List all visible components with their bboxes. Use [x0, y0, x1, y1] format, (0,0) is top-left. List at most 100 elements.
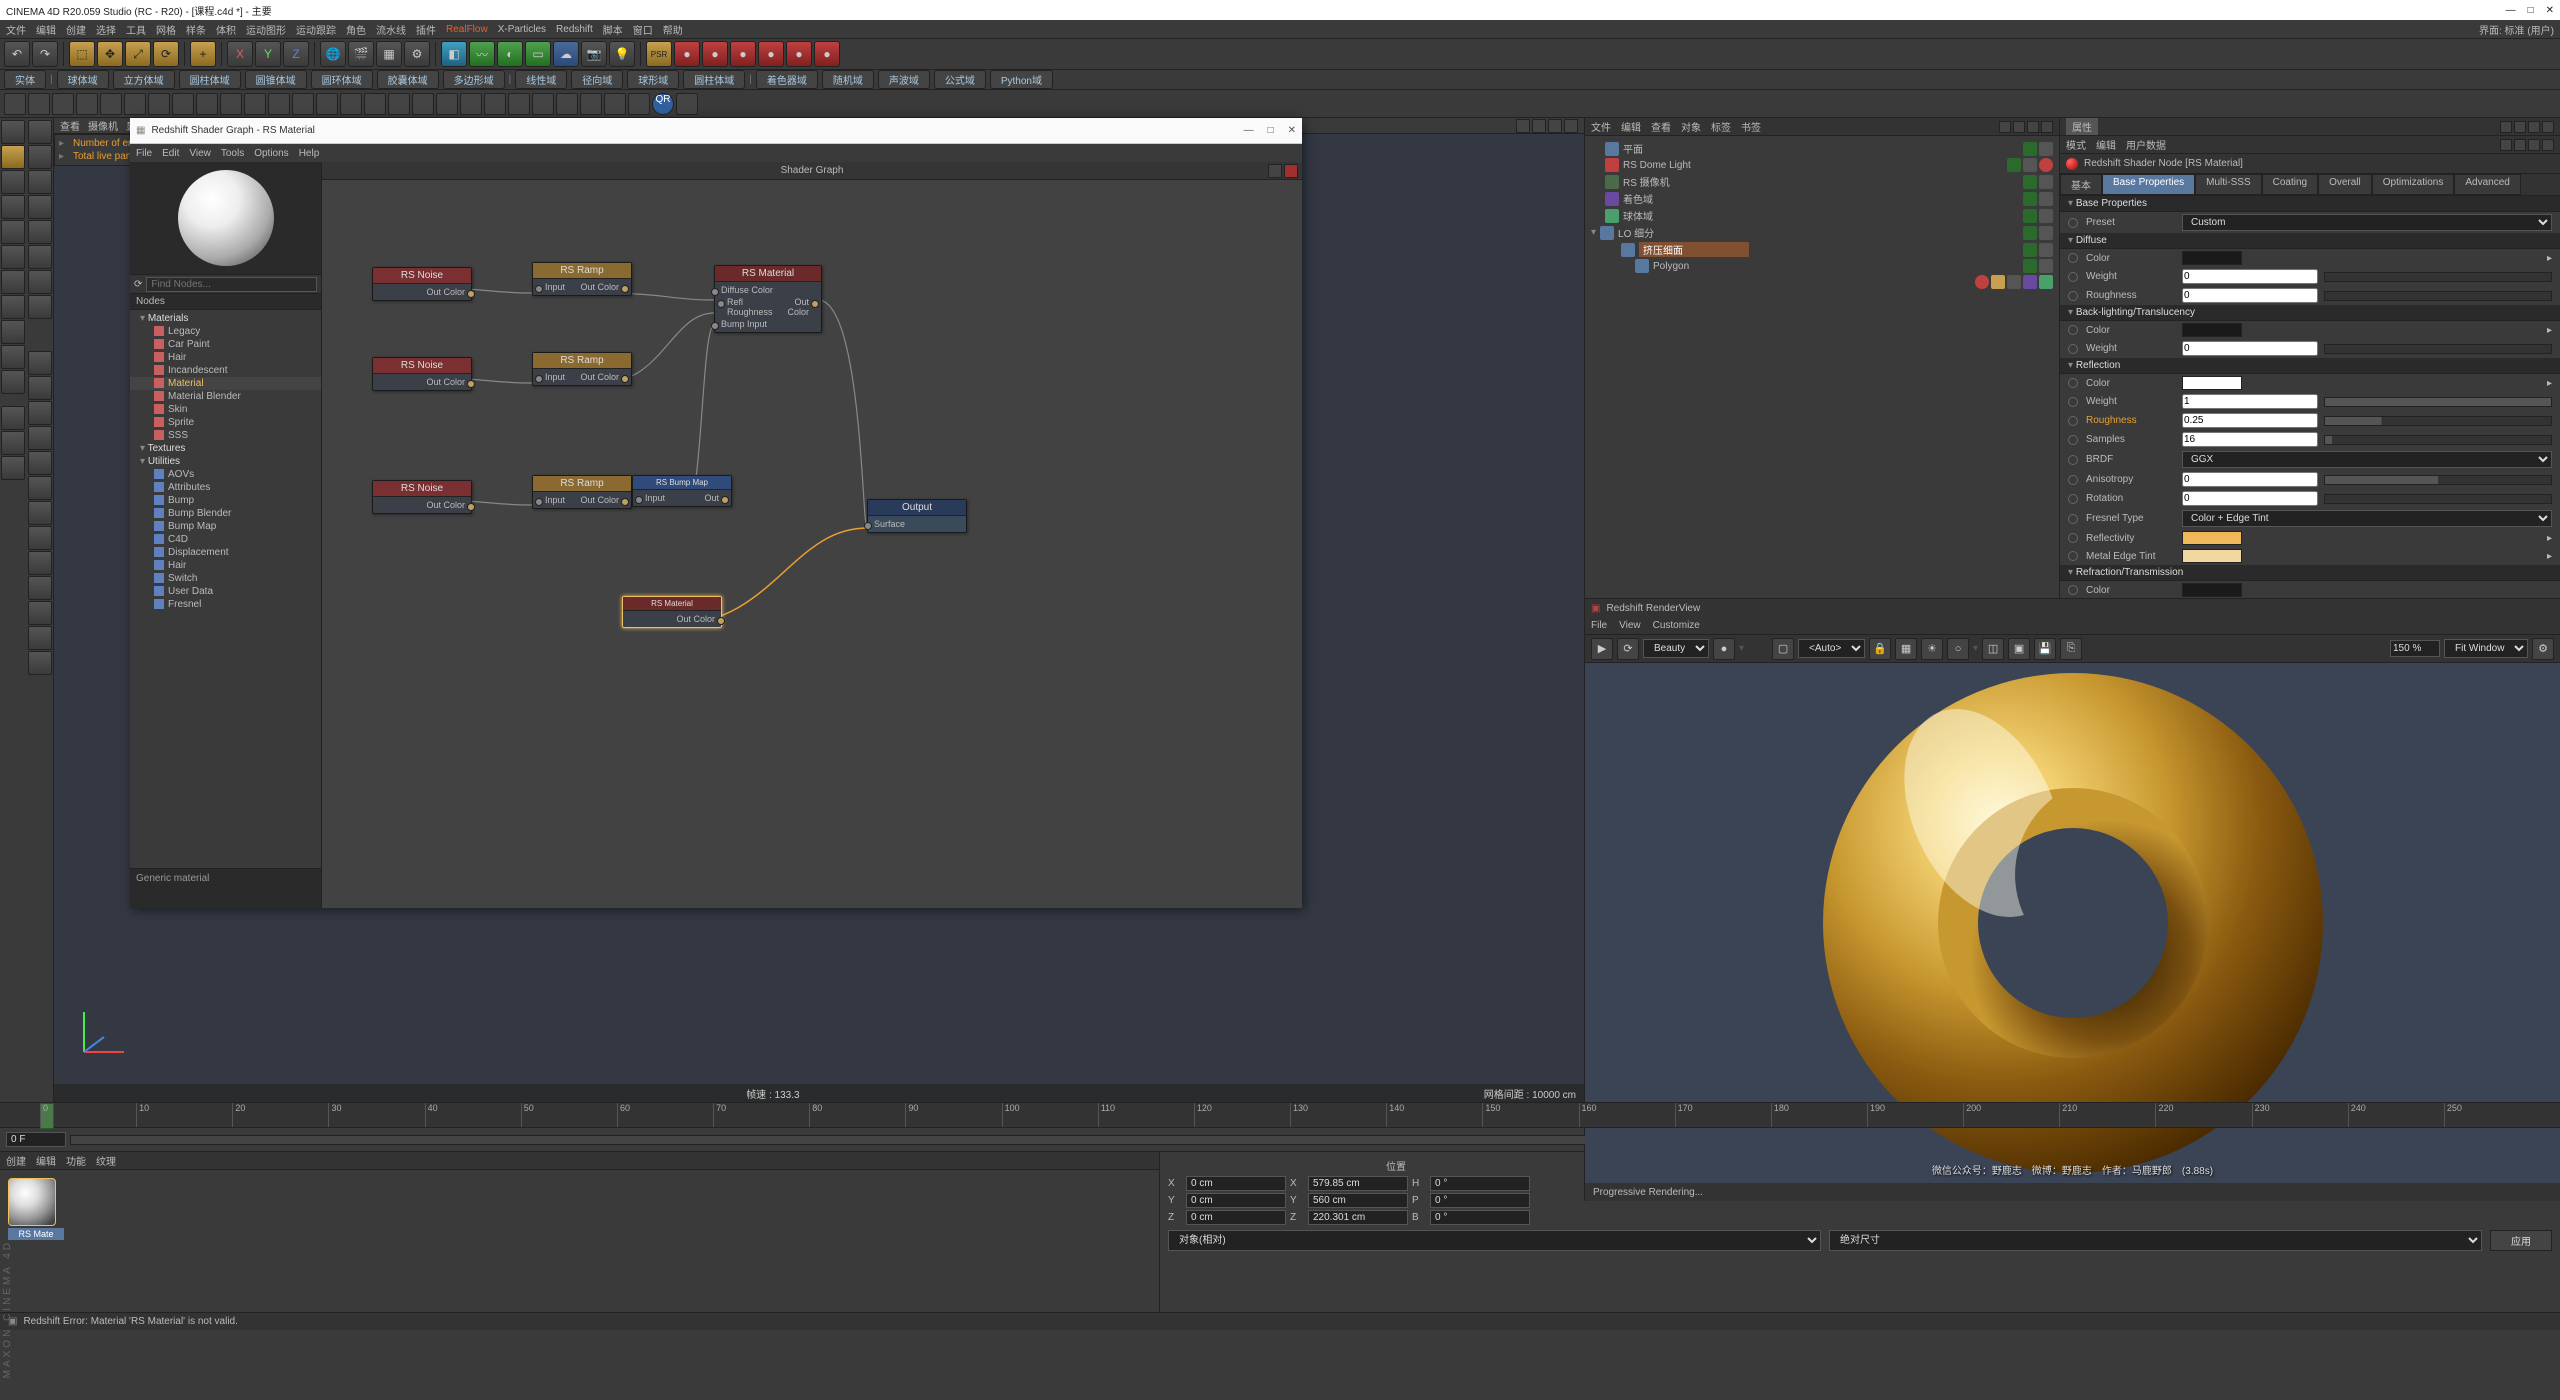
attr-nav[interactable]	[2500, 121, 2512, 133]
recent-tool[interactable]: +	[190, 41, 216, 67]
aniso-input[interactable]	[2182, 472, 2318, 487]
menu-item[interactable]: 运动图形	[246, 22, 286, 37]
attr-section[interactable]: Diffuse	[2060, 233, 2560, 249]
rv-lock-icon[interactable]: 🔒	[1869, 638, 1891, 660]
rv-render-button[interactable]: ▶	[1591, 638, 1613, 660]
tool-button[interactable]	[28, 170, 52, 194]
move-tool[interactable]: ✥	[97, 41, 123, 67]
rs-light-button[interactable]: ●	[786, 41, 812, 67]
tree-item[interactable]: Legacy	[130, 325, 321, 338]
tool-button[interactable]	[28, 551, 52, 575]
tool-button[interactable]	[28, 376, 52, 400]
menu-item[interactable]: 工具	[126, 22, 146, 37]
rot-input[interactable]	[1430, 1210, 1530, 1225]
menu-item[interactable]: 体积	[216, 22, 236, 37]
tool-icon[interactable]	[292, 93, 314, 115]
tree-item[interactable]: Displacement	[130, 546, 321, 559]
tool-icon[interactable]	[532, 93, 554, 115]
preset-select[interactable]: Custom	[2182, 214, 2552, 231]
weight-input[interactable]	[2182, 394, 2318, 409]
select-tool[interactable]: ⬚	[69, 41, 95, 67]
win-close[interactable]: ✕	[1288, 125, 1296, 136]
attr-tab[interactable]: Optimizations	[2372, 174, 2455, 195]
tool-icon[interactable]	[628, 93, 650, 115]
mat-menu-item[interactable]: 创建	[6, 1153, 26, 1168]
attr-section[interactable]: Base Properties	[2060, 196, 2560, 212]
menu-item[interactable]: RealFlow	[446, 24, 488, 35]
tool-button[interactable]	[28, 120, 52, 144]
tree-item[interactable]: SSS	[130, 429, 321, 442]
viewport[interactable]: 查看 摄像机 显示 选项 过滤 面板 Number of emitters To…	[54, 118, 1584, 1102]
tool-icon[interactable]	[340, 93, 362, 115]
win-minimize[interactable]: —	[1244, 125, 1254, 136]
node-rs-noise[interactable]: RS NoiseOut Color	[372, 267, 472, 301]
menu-item[interactable]: 窗口	[633, 22, 653, 37]
color-swatch[interactable]	[2182, 251, 2242, 265]
generator[interactable]: ◐	[497, 41, 523, 67]
tool-button[interactable]	[28, 145, 52, 169]
undo-button[interactable]: ↶	[4, 41, 30, 67]
tree-item[interactable]: Hair	[130, 351, 321, 364]
rotation-input[interactable]	[2182, 491, 2318, 506]
node-rs-ramp[interactable]: RS RampInputOut Color	[532, 262, 632, 296]
rv-window-icon[interactable]: ▣	[2008, 638, 2030, 660]
attr-menu-item[interactable]: 用户数据	[2126, 137, 2166, 152]
menu-item[interactable]: 角色	[346, 22, 366, 37]
object-item[interactable]: Polygon	[1589, 258, 2055, 274]
node-rs-ramp[interactable]: RS RampInputOut Color	[532, 352, 632, 386]
attr-nav[interactable]	[2542, 121, 2554, 133]
tree-item[interactable]: Material Blender	[130, 390, 321, 403]
tree-item[interactable]: Switch	[130, 572, 321, 585]
win-maximize[interactable]: □	[1268, 125, 1274, 136]
layout-selector[interactable]: 界面: 标准 (用户)	[2479, 22, 2554, 37]
shader-canvas[interactable]: Shader Graph RS NoiseOut Color RS RampIn	[322, 162, 1302, 908]
field-button[interactable]: 径向域	[571, 70, 623, 89]
axis-y[interactable]: Y	[255, 41, 281, 67]
rotate-tool[interactable]: ⟳	[153, 41, 179, 67]
render-button[interactable]: 🎬	[348, 41, 374, 67]
menu-item[interactable]: 脚本	[603, 22, 623, 37]
tree-item[interactable]: AOVs	[130, 468, 321, 481]
tool-button[interactable]	[28, 195, 52, 219]
tree-item[interactable]: Sprite	[130, 416, 321, 429]
object-item[interactable]: 球体域	[1589, 207, 2055, 224]
weight-input[interactable]	[2182, 341, 2318, 356]
field-button[interactable]: 多边形域	[443, 70, 505, 89]
tool-button[interactable]	[28, 270, 52, 294]
rv-menu-item[interactable]: Customize	[1653, 620, 1700, 631]
menu-item[interactable]: 流水线	[376, 22, 406, 37]
slider[interactable]	[2324, 291, 2552, 301]
search-icon[interactable]	[1999, 121, 2011, 133]
menu-item[interactable]: 帮助	[663, 22, 683, 37]
rv-save-icon[interactable]: ⎘	[2060, 638, 2082, 660]
tree-item[interactable]: Bump Blender	[130, 507, 321, 520]
picker-icon[interactable]: ▸	[2547, 551, 2552, 562]
node-tree[interactable]: MaterialsLegacyCar PaintHairIncandescent…	[130, 310, 321, 868]
graph-btn[interactable]	[1268, 164, 1282, 178]
brdf-select[interactable]: GGX	[2182, 451, 2552, 468]
rs-ipr-button[interactable]: ●	[702, 41, 728, 67]
weight-input[interactable]	[2182, 269, 2318, 284]
node-rs-bump[interactable]: RS Bump MapInputOut	[632, 475, 732, 507]
node-rs-material[interactable]: RS Material Diffuse Color Refl Roughness…	[714, 265, 822, 333]
size-input[interactable]	[1308, 1193, 1408, 1208]
field-button[interactable]: 圆柱体域	[683, 70, 745, 89]
attr-nav[interactable]	[2528, 139, 2540, 151]
tool-button[interactable]	[28, 401, 52, 425]
slider[interactable]	[2324, 397, 2552, 407]
rv-circle-icon[interactable]: ○	[1947, 638, 1969, 660]
object-item[interactable]: RS Dome Light	[1589, 157, 2055, 173]
tool-icon[interactable]	[436, 93, 458, 115]
tool-icon[interactable]	[508, 93, 530, 115]
picker-icon[interactable]: ▸	[2547, 253, 2552, 264]
object-tree[interactable]: 平面RS Dome LightRS 摄像机着色域球体域▾LO 细分挤压细面Pol…	[1585, 136, 2059, 598]
snap-button[interactable]	[1, 456, 25, 480]
attr-section[interactable]: Refraction/Transmission	[2060, 565, 2560, 581]
panel-icon[interactable]	[2041, 121, 2053, 133]
shader-menu-item[interactable]: Edit	[162, 148, 179, 159]
shader-menu-item[interactable]: Options	[254, 148, 288, 159]
attr-section[interactable]: Back-lighting/Translucency	[2060, 305, 2560, 321]
pos-input[interactable]	[1186, 1176, 1286, 1191]
tool-button[interactable]	[28, 351, 52, 375]
render-settings[interactable]: ⚙	[404, 41, 430, 67]
